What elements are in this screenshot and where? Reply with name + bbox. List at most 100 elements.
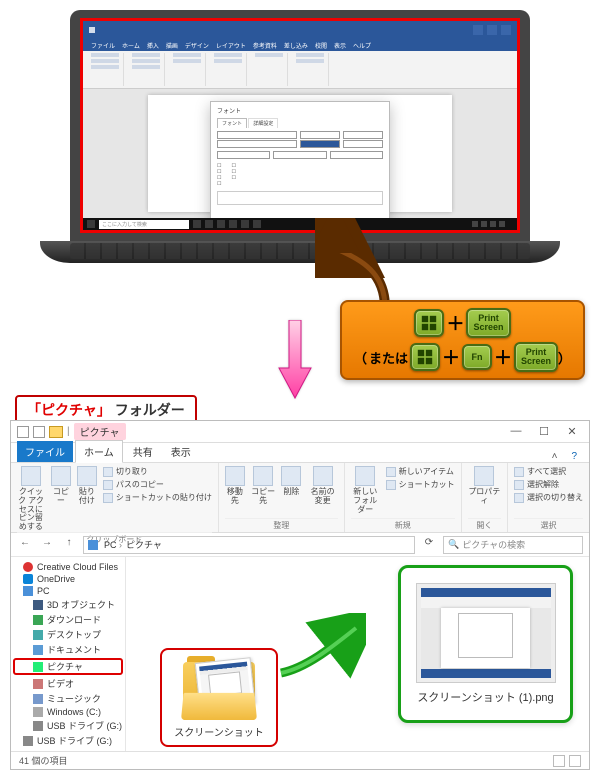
nav-usb-g[interactable]: USB ドライブ (G:) xyxy=(13,718,123,733)
view-icons-button[interactable] xyxy=(569,755,581,767)
screenshots-folder[interactable]: スクリーンショット xyxy=(164,652,274,743)
screenshot-preview-card: スクリーンショット (1).png xyxy=(398,565,573,723)
laptop-bezel: ファイル ホーム 挿入 描画 デザイン レイアウト 参考資料 差し込み 校閲 表… xyxy=(70,10,530,241)
arrow-to-preview-icon xyxy=(276,613,366,683)
explorer-ribbon-tabs[interactable]: ファイル ホーム 共有 表示 ˄ ? xyxy=(11,443,589,463)
nav-pictures[interactable]: ピクチャ xyxy=(13,658,123,675)
word-tab-design: デザイン xyxy=(185,41,209,50)
ribbon-collapse-icon[interactable]: ˄ xyxy=(546,451,564,462)
tab-view[interactable]: 表示 xyxy=(163,441,199,462)
nav-creative-cloud[interactable]: Creative Cloud Files xyxy=(13,561,123,573)
select-invert-button[interactable]: 選択の切り替え xyxy=(514,492,583,503)
word-tab-mail: 差し込み xyxy=(284,41,308,50)
search-input[interactable]: 🔍 ピクチャの検索 xyxy=(443,536,583,554)
ribbon-group-select-label: 選択 xyxy=(514,518,583,531)
word-tab-draw: 描画 xyxy=(166,41,178,50)
word-autosave-icon xyxy=(89,27,95,33)
new-folder-button[interactable]: 新しいフォルダー xyxy=(351,466,380,514)
breadcrumb[interactable]: PC ピクチャ xyxy=(83,536,415,554)
breadcrumb-pc[interactable]: PC xyxy=(104,540,122,550)
ribbon-group-open-label: 開く xyxy=(468,518,501,531)
explorer-address-bar[interactable]: ← → ↑ PC ピクチャ ⟳ 🔍 ピクチャの検索 xyxy=(11,533,589,557)
new-item-button[interactable]: 新しいアイテム xyxy=(386,466,455,477)
explorer-title: ピクチャ xyxy=(74,423,126,440)
properties-button[interactable]: プロパティ xyxy=(468,466,501,506)
font-dialog-tab-adv: 詳細設定 xyxy=(248,118,278,128)
screenshot-filename: スクリーンショット (1).png xyxy=(417,689,553,705)
rename-button[interactable]: 名前の変更 xyxy=(307,466,338,506)
pictures-folder-label-rest: フォルダー xyxy=(115,402,185,418)
select-none-button[interactable]: 選択解除 xyxy=(514,479,583,490)
refresh-button[interactable]: ⟳ xyxy=(421,537,437,553)
nav-desktop[interactable]: デスクトップ xyxy=(13,627,123,642)
explorer-app-icon xyxy=(17,426,29,438)
key-combo-primary: ＋ Print Screen xyxy=(414,308,510,338)
ribbon-group-open: プロパティ 開く xyxy=(462,463,508,532)
delete-button[interactable]: 削除 xyxy=(281,466,301,497)
nav-pc[interactable]: PC xyxy=(13,585,123,597)
word-tab-insert: 挿入 xyxy=(147,41,159,50)
copy-button[interactable]: コピー xyxy=(51,466,71,506)
font-dialog-title: フォント xyxy=(217,106,383,115)
key-combo-alt: （ または ＋ Fn ＋ Print Screen ） xyxy=(354,342,571,372)
nav-3d-objects[interactable]: 3D オブジェクト xyxy=(13,597,123,612)
pictures-folder-label-red: 「ピクチャ」 xyxy=(27,402,111,418)
cut-button[interactable]: 切り取り xyxy=(103,466,212,477)
pin-quick-access-button[interactable]: クイック アクセスにピン留めする xyxy=(17,466,45,532)
nav-forward-button[interactable]: → xyxy=(39,537,55,553)
ribbon-group-organize-label: 整理 xyxy=(225,518,338,531)
breadcrumb-pictures[interactable]: ピクチャ xyxy=(126,538,162,551)
font-dialog: フォント フォント 詳細設定 xyxy=(210,101,390,233)
explorer-content-pane[interactable]: スクリーンショット スクリーンショット (1).png xyxy=(126,557,589,751)
paste-button[interactable]: 貼り付け xyxy=(77,466,97,506)
font-dialog-preview xyxy=(217,191,383,205)
paste-shortcut-button[interactable]: ショートカットの貼り付け xyxy=(103,492,212,503)
minimize-button[interactable]: — xyxy=(505,425,527,438)
close-button[interactable]: ✕ xyxy=(561,425,583,438)
plus-icon: ＋ xyxy=(494,344,512,370)
new-shortcut-button[interactable]: ショートカット xyxy=(386,479,455,490)
nav-c-drive[interactable]: Windows (C:) xyxy=(13,706,123,718)
nav-music[interactable]: ミュージック xyxy=(13,691,123,706)
explorer-window[interactable]: | ピクチャ — ☐ ✕ ファイル ホーム 共有 表示 ˄ ? クイック アクセ… xyxy=(10,420,590,770)
copy-to-button[interactable]: コピー先 xyxy=(251,466,275,506)
view-details-button[interactable] xyxy=(553,755,565,767)
word-tab-layout: レイアウト xyxy=(216,41,246,50)
windows-taskbar: ここに入力して検索 xyxy=(83,218,517,230)
tab-file[interactable]: ファイル xyxy=(17,441,73,462)
font-dialog-tabs: フォント 詳細設定 xyxy=(217,118,383,128)
nav-usb-g-root[interactable]: USB ドライブ (G:) xyxy=(13,733,123,748)
plus-icon: ＋ xyxy=(446,310,464,336)
laptop-illustration: ファイル ホーム 挿入 描画 デザイン レイアウト 参考資料 差し込み 校閲 表… xyxy=(70,10,530,263)
start-icon xyxy=(87,220,95,228)
plus-icon: ＋ xyxy=(442,344,460,370)
explorer-qat-icon xyxy=(33,426,45,438)
copy-path-button[interactable]: パスのコピー xyxy=(103,479,212,490)
nav-downloads[interactable]: ダウンロード xyxy=(13,612,123,627)
item-count: 41 個の項目 xyxy=(19,754,68,767)
ribbon-group-new: 新しいフォルダー 新しいアイテム ショートカット 新規 xyxy=(345,463,462,532)
nav-up-button[interactable]: ↑ xyxy=(61,537,77,553)
nav-onedrive[interactable]: OneDrive xyxy=(13,573,123,585)
word-tab-help: ヘルプ xyxy=(353,41,371,50)
word-tab-file: ファイル xyxy=(91,41,115,50)
search-icon: 🔍 xyxy=(448,539,459,550)
taskbar-search: ここに入力して検索 xyxy=(99,220,189,229)
select-all-button[interactable]: すべて選択 xyxy=(514,466,583,477)
nav-back-button[interactable]: ← xyxy=(17,537,33,553)
tab-share[interactable]: 共有 xyxy=(125,441,161,462)
ribbon-help-icon[interactable]: ? xyxy=(565,451,583,462)
explorer-nav-pane[interactable]: Creative Cloud Files OneDrive PC 3D オブジェ… xyxy=(11,557,126,751)
word-tab-ref: 参考資料 xyxy=(253,41,277,50)
move-to-button[interactable]: 移動先 xyxy=(225,466,245,506)
maximize-button[interactable]: ☐ xyxy=(533,425,555,438)
screenshots-folder-label: スクリーンショット xyxy=(174,728,264,739)
nav-videos[interactable]: ビデオ xyxy=(13,676,123,691)
screenshot-thumbnail[interactable] xyxy=(416,583,556,683)
explorer-ribbon[interactable]: クイック アクセスにピン留めする コピー 貼り付け 切り取り パスのコピー ショ… xyxy=(11,463,589,533)
explorer-statusbar: 41 個の項目 xyxy=(11,751,589,769)
nav-documents[interactable]: ドキュメント xyxy=(13,642,123,657)
explorer-body: Creative Cloud Files OneDrive PC 3D オブジェ… xyxy=(11,557,589,751)
windows-key xyxy=(414,309,444,337)
tab-home[interactable]: ホーム xyxy=(75,440,123,463)
